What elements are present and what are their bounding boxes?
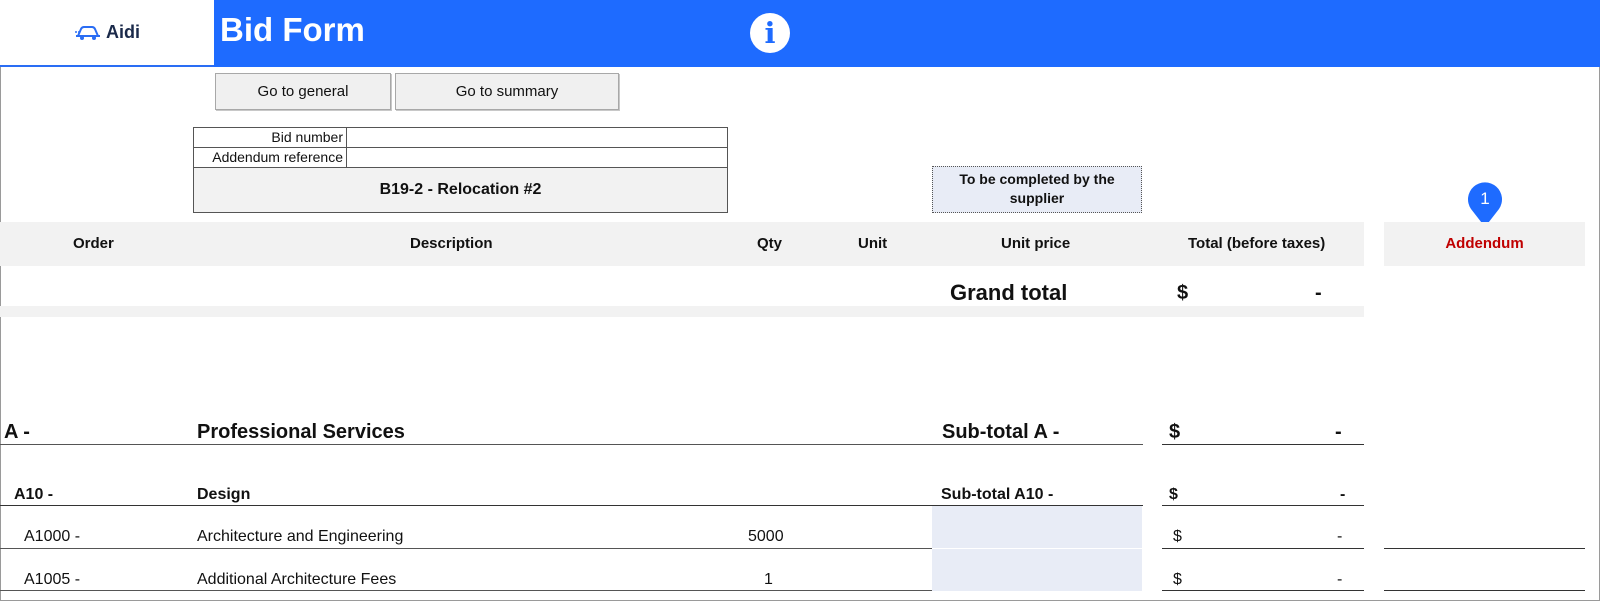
logo: Aidi — [0, 0, 214, 67]
column-total: Total (before taxes) — [1188, 235, 1326, 252]
item-currency: $ — [1173, 528, 1182, 545]
addendum-reference-label: Addendum reference — [194, 148, 347, 167]
bid-info-table: Bid number Addendum reference B19-2 - Re… — [193, 127, 728, 213]
item-description: Architecture and Engineering — [197, 528, 404, 545]
go-to-general-button[interactable]: Go to general — [215, 73, 391, 110]
column-addendum: Addendum — [1384, 222, 1585, 266]
column-unit: Unit — [858, 235, 888, 252]
info-icon[interactable]: i — [750, 13, 790, 53]
grand-total-label: Grand total — [950, 280, 1068, 305]
header-bar: Bid Form i — [214, 0, 1600, 67]
subsection-a10-subtotal-value: - — [1340, 486, 1346, 503]
column-addendum-label: Addendum — [1445, 235, 1524, 252]
section-a-underline — [0, 444, 1143, 445]
item-total-line — [1162, 548, 1364, 549]
bid-number-label: Bid number — [194, 128, 347, 147]
unit-price-input[interactable] — [932, 506, 1142, 548]
grand-total-currency: $ — [1177, 282, 1189, 304]
bid-number-row: Bid number — [194, 128, 727, 148]
column-unit-price: Unit price — [1001, 235, 1071, 252]
bid-number-input[interactable] — [347, 128, 727, 147]
item-code: A1000 - — [24, 528, 81, 545]
item-addendum-line — [1384, 548, 1585, 549]
item-currency: $ — [1173, 571, 1182, 588]
logo-text: Aidi — [106, 22, 140, 42]
unit-price-input[interactable] — [932, 549, 1142, 591]
column-description: Description — [410, 235, 493, 252]
item-total: - — [1337, 571, 1343, 588]
item-code: A1005 - — [24, 571, 81, 588]
page-title: Bid Form — [220, 11, 365, 48]
subsection-a10-code: A10 - — [14, 486, 54, 503]
column-order: Order — [73, 235, 114, 252]
subsection-a10-total-underline — [1162, 505, 1364, 506]
section-a-subtotal-label: Sub-total A - — [942, 421, 1060, 443]
item-qty: 1 — [764, 571, 773, 588]
addendum-reference-input[interactable] — [347, 148, 727, 167]
project-name: B19-2 - Relocation #2 — [194, 168, 727, 212]
subsection-a10-subtotal-label: Sub-total A10 - — [941, 486, 1054, 503]
column-header-row: Order Description Qty Unit Unit price To… — [0, 222, 1364, 266]
grand-total-value: - — [1315, 282, 1322, 304]
section-a-subtotal-value: - — [1335, 421, 1342, 443]
section-a-title: Professional Services — [197, 421, 405, 443]
section-a-total-underline — [1162, 444, 1364, 445]
addendum-reference-row: Addendum reference — [194, 148, 727, 168]
item-total-line — [1162, 590, 1364, 591]
addendum-pin-number: 1 — [1480, 189, 1489, 208]
subsection-a10-title: Design — [197, 486, 251, 503]
item-row-line — [0, 548, 932, 549]
go-to-summary-button[interactable]: Go to summary — [395, 73, 619, 110]
grand-total-band — [0, 306, 1364, 317]
column-qty: Qty — [757, 235, 783, 252]
item-addendum-line — [1384, 590, 1585, 591]
section-a-currency: $ — [1169, 421, 1181, 443]
car-logo-icon — [75, 25, 100, 40]
subsection-a10-currency: $ — [1169, 486, 1178, 503]
item-description: Additional Architecture Fees — [197, 571, 397, 588]
item-total: - — [1337, 528, 1343, 545]
item-qty: 5000 — [748, 528, 784, 545]
section-a-code: A - — [4, 421, 30, 443]
supplier-note: To be completed by the supplier — [932, 166, 1142, 213]
item-row-line — [0, 590, 932, 591]
